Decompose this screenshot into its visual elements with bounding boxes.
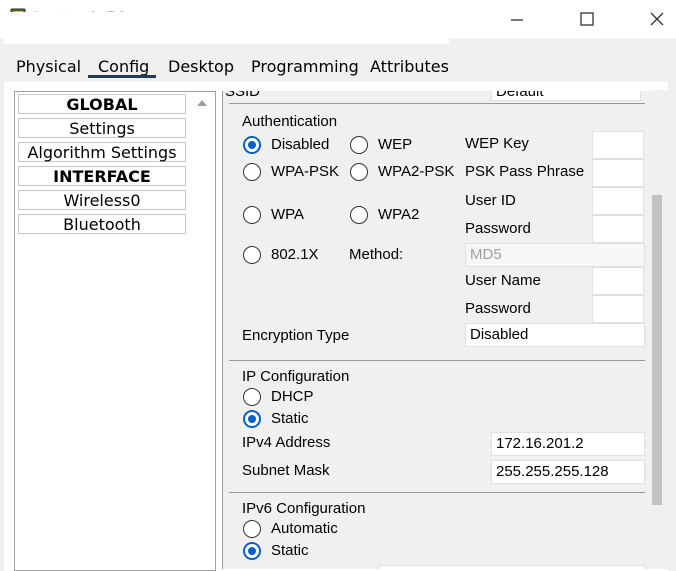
subnet-mask-label: Subnet Mask [242,462,330,479]
close-icon [650,12,664,26]
psk-pass-input[interactable] [592,159,644,187]
automatic-label: Automatic [271,520,338,537]
password2-input[interactable] [592,295,644,323]
wep-key-label: WEP Key [465,135,529,152]
auth-title: Authentication [242,113,338,130]
encryption-type-select[interactable]: Disabled [465,323,645,347]
radio-disabled[interactable] [243,136,261,154]
method-label: Method: [349,246,404,263]
ipv6-address-input[interactable] [379,565,645,569]
radio-wpa2[interactable] [350,206,368,224]
user-name-label: User Name [465,272,541,289]
wpa-label: WPA [271,206,305,223]
wpa2-psk-label: WPA2-PSK [378,163,455,180]
ipv4-address-label: IPv4 Address [242,434,331,451]
ssid-label: SSID [225,91,261,100]
nav-interface[interactable]: INTERFACE [18,166,186,186]
tab-config[interactable]: Config [98,57,149,76]
minimize-button[interactable] [494,0,540,38]
nav-global[interactable]: GLOBAL [18,94,186,114]
radio-dhcp[interactable] [243,388,261,406]
wpa-psk-label: WPA-PSK [271,163,340,180]
tab-strip [4,12,449,44]
encryption-type-label: Encryption Type [242,327,350,344]
wpa2-label: WPA2 [378,206,420,223]
radio-automatic[interactable] [243,520,261,538]
scrollbar-thumb[interactable] [652,195,662,505]
minimize-icon [511,19,523,21]
nav-bluetooth[interactable]: Bluetooth [18,214,186,234]
dot1x-label: 802.1X [271,246,319,263]
scroll-up-icon [197,100,207,106]
close-button[interactable] [634,0,676,38]
radio-wep[interactable] [350,136,368,154]
method-select[interactable]: MD5 [465,243,645,267]
radio-wpa2-psk[interactable] [350,163,368,181]
dhcp-label: DHCP [271,388,314,405]
nav-scroll-up[interactable] [193,94,211,112]
ip-config-title: IP Configuration [242,368,350,385]
divider [229,103,645,104]
wireless-config-panel: SSID Default Authentication Disabled WEP… [222,91,669,569]
password-input[interactable] [592,215,644,243]
password-label: Password [465,220,531,237]
ipv6-config-title: IPv6 Configuration [242,500,366,517]
static-ipv4-label: Static [271,410,309,427]
user-id-label: User ID [465,192,516,209]
radio-wpa[interactable] [243,206,261,224]
nav-settings[interactable]: Settings [18,118,186,138]
nav-algorithm-settings[interactable]: Algorithm Settings [18,142,186,162]
subnet-mask-input[interactable]: 255.255.255.128 [491,460,645,484]
password2-label: Password [465,300,531,317]
tab-physical[interactable]: Physical [16,57,81,76]
radio-static-ipv6[interactable] [243,542,261,560]
ipv4-address-input[interactable]: 172.16.201.2 [491,432,645,456]
left-nav: GLOBAL Settings Algorithm Settings INTER… [14,91,216,571]
tab-attributes[interactable]: Attributes [370,57,449,76]
maximize-button[interactable] [564,0,610,38]
disabled-label: Disabled [271,136,330,153]
nav-wireless0[interactable]: Wireless0 [18,190,186,210]
user-id-input[interactable] [592,187,644,215]
tab-programming[interactable]: Programming [251,57,359,76]
divider [229,360,645,361]
wep-label: WEP [378,136,413,153]
user-name-input[interactable] [592,267,644,295]
divider [229,492,645,493]
static-ipv6-label: Static [271,542,309,559]
wep-key-input[interactable] [592,131,644,159]
active-tab-indicator [88,75,156,78]
radio-wpa-psk[interactable] [243,163,261,181]
ssid-input[interactable]: Default [491,91,641,101]
maximize-icon [580,12,594,26]
radio-802-1x[interactable] [243,246,261,264]
radio-static-ipv4[interactable] [243,410,261,428]
tab-desktop[interactable]: Desktop [168,57,234,76]
psk-pass-label: PSK Pass Phrase [465,163,585,180]
